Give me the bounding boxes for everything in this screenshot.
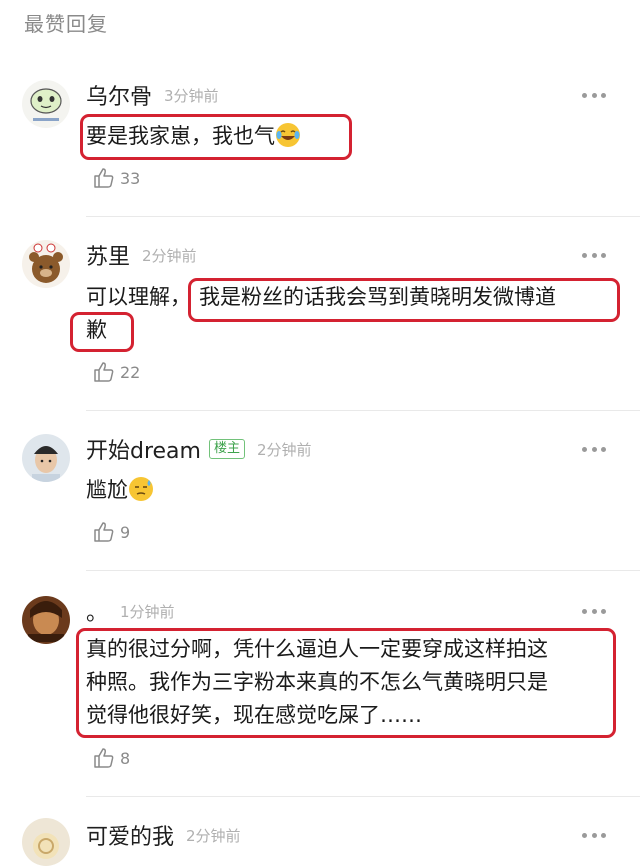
avatar[interactable] bbox=[22, 80, 70, 128]
like-button[interactable]: 33 bbox=[92, 166, 140, 190]
username[interactable]: 。 bbox=[86, 595, 108, 627]
comment-header: 开始dream 楼主 2分钟前 bbox=[86, 434, 312, 464]
comment-text: 真的很过分啊，凭什么逼迫人一定要穿成这样拍这 种照。我作为三字粉本来真的不怎么气… bbox=[86, 633, 548, 732]
avatar[interactable] bbox=[22, 434, 70, 482]
like-button[interactable]: 9 bbox=[92, 520, 130, 544]
divider bbox=[86, 796, 640, 797]
username[interactable]: 乌尔骨 bbox=[86, 79, 152, 111]
comment-line: 觉得他很好笑，现在感觉吃屎了…… bbox=[86, 703, 422, 727]
comment-line: 歉 bbox=[86, 318, 107, 342]
like-count: 22 bbox=[120, 362, 141, 382]
thumbs-up-icon bbox=[94, 168, 114, 188]
like-button[interactable]: 8 bbox=[92, 746, 130, 770]
timestamp: 2分钟前 bbox=[142, 246, 197, 265]
thumbs-up-icon bbox=[94, 748, 114, 768]
cold-sweat-emoji bbox=[128, 476, 154, 512]
like-count: 9 bbox=[120, 522, 131, 542]
avatar[interactable] bbox=[22, 596, 70, 644]
laughing-tears-emoji bbox=[275, 122, 301, 158]
more-options-icon[interactable] bbox=[582, 90, 606, 100]
comment-text: 要是我家崽，我也气 bbox=[86, 120, 301, 158]
comment-line: 我是粉丝的话我会骂到黄晓明发微博道 bbox=[199, 285, 556, 309]
comment-line: 尴尬 bbox=[86, 478, 128, 502]
thumbs-up-icon bbox=[94, 362, 114, 382]
section-title: 最赞回复 bbox=[24, 12, 108, 36]
like-button[interactable]: 22 bbox=[92, 360, 140, 384]
more-options-icon[interactable] bbox=[582, 606, 606, 616]
more-options-icon[interactable] bbox=[582, 444, 606, 454]
username[interactable]: 开始dream bbox=[86, 433, 201, 465]
comment-line: 真的很过分啊，凭什么逼迫人一定要穿成这样拍这 bbox=[86, 637, 548, 661]
timestamp: 2分钟前 bbox=[186, 826, 241, 845]
comment-header: 可爱的我 2分钟前 bbox=[86, 820, 241, 850]
comment-header: 乌尔骨 3分钟前 bbox=[86, 80, 219, 110]
comment-text: 尴尬 bbox=[86, 474, 154, 512]
more-options-icon[interactable] bbox=[582, 830, 606, 840]
timestamp: 2分钟前 bbox=[257, 440, 312, 459]
avatar[interactable] bbox=[22, 240, 70, 288]
comment-line: 可以理解， bbox=[86, 285, 191, 309]
comment-header: 。 1分钟前 bbox=[86, 596, 175, 626]
comment-header: 苏里 2分钟前 bbox=[86, 240, 197, 270]
more-options-icon[interactable] bbox=[582, 250, 606, 260]
timestamp: 3分钟前 bbox=[164, 86, 219, 105]
username[interactable]: 苏里 bbox=[86, 239, 130, 271]
thumbs-up-icon bbox=[94, 522, 114, 542]
avatar[interactable] bbox=[22, 818, 70, 866]
comment-line: 要是我家崽，我也气 bbox=[86, 124, 275, 148]
like-count: 8 bbox=[120, 748, 131, 768]
timestamp: 1分钟前 bbox=[120, 602, 175, 621]
author-badge: 楼主 bbox=[208, 439, 245, 459]
comment-line: 种照。我作为三字粉本来真的不怎么气黄晓明只是 bbox=[86, 670, 548, 694]
divider bbox=[86, 216, 640, 217]
divider bbox=[86, 410, 640, 411]
divider bbox=[86, 570, 640, 571]
like-count: 33 bbox=[120, 168, 141, 188]
username[interactable]: 可爱的我 bbox=[86, 819, 174, 851]
comment-text: 可以理解， 我是粉丝的话我会骂到黄晓明发微博道 歉 bbox=[86, 281, 556, 347]
